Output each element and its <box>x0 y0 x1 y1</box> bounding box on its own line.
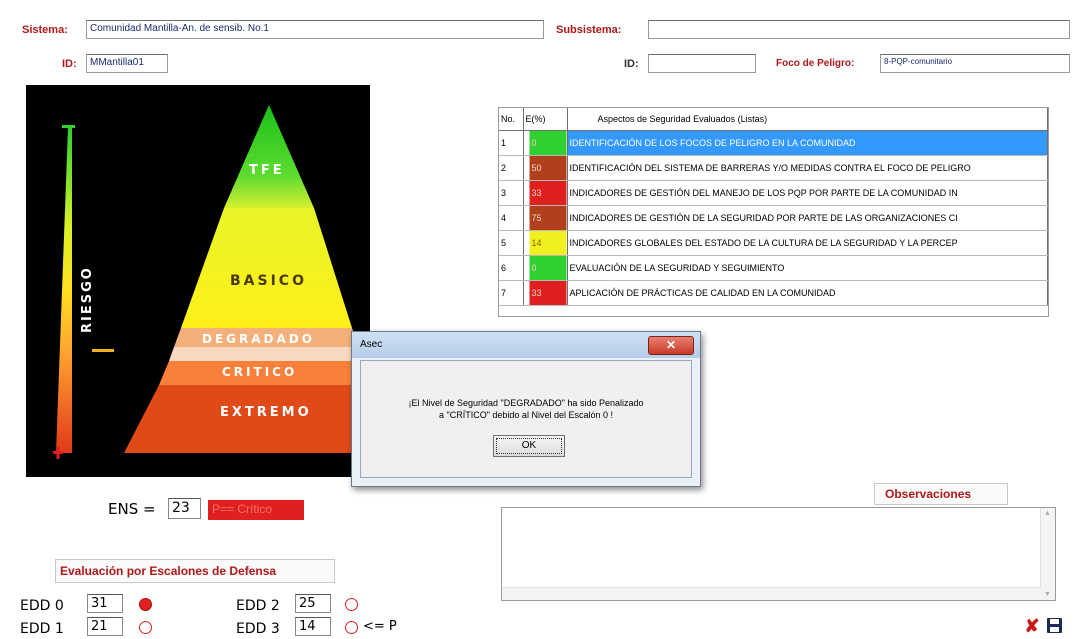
edd1-label: EDD 1 <box>20 621 64 637</box>
row-number: 3 <box>499 180 524 206</box>
ens-status-badge: P== Crítico <box>208 500 304 520</box>
sistema-label: Sistema: <box>22 24 68 36</box>
scroll-up-icon[interactable]: ▲ <box>1044 510 1051 517</box>
row-number: 2 <box>499 155 524 181</box>
riesgo-label: RIESGO <box>80 266 95 333</box>
row-aspecto: IDENTIFICACIÓN DE LOS FOCOS DE PELIGRO E… <box>567 130 1048 156</box>
id2-label: ID: <box>624 58 639 70</box>
pyramid-graphic <box>53 105 370 459</box>
row-number: 1 <box>499 130 524 156</box>
edd3-label: EDD 3 <box>236 621 280 637</box>
sistema-field[interactable]: Comunidad Mantilla-An. de sensib. No.1 <box>86 20 544 39</box>
level-critico: CRITICO <box>222 365 298 379</box>
row-e-percent: 0 <box>523 130 568 156</box>
table-row[interactable]: 6 0 EVALUACIÓN DE LA SEGURIDAD Y SEGUIMIEN… <box>499 255 1048 281</box>
ens-value[interactable]: 23 <box>168 498 201 519</box>
edd2-indicator <box>345 598 358 611</box>
alert-dialog: Asec ✕ ¡El Nivel de Seguridad "DEGRADADO… <box>351 331 701 487</box>
table-row[interactable]: 3 33 INDICADORES DE GESTIÓN DEL MANEJO DE … <box>499 180 1048 206</box>
dialog-close-button[interactable]: ✕ <box>648 336 694 355</box>
observaciones-textarea[interactable]: ▲ ▼ <box>501 507 1056 601</box>
subsistema-field[interactable] <box>648 20 1070 39</box>
observaciones-scrollbar[interactable]: ▲ ▼ <box>1040 508 1055 600</box>
col-e[interactable]: E(%) <box>523 108 568 131</box>
dialog-title: Asec <box>360 339 383 350</box>
risk-pyramid: RIESGO TFE BASICO DEGRADADO CRITICO EXTR… <box>26 85 370 477</box>
edd3-value[interactable]: 14 <box>295 617 331 636</box>
row-aspecto: EVALUACIÓN DE LA SEGURIDAD Y SEGUIMIENTO <box>567 255 1048 281</box>
edd0-indicator <box>139 598 152 611</box>
cancel-button[interactable]: ✘ <box>1024 617 1040 635</box>
row-e-percent: 14 <box>523 230 568 256</box>
close-icon: ✘ <box>1024 616 1040 636</box>
table-row[interactable]: 1 0 IDENTIFICACIÓN DE LOS FOCOS DE PELIGRO… <box>499 130 1048 156</box>
observaciones-label: Observaciones <box>885 487 972 501</box>
table-row[interactable]: 2 50 IDENTIFICACIÓN DEL SISTEMA DE BARRERA… <box>499 155 1048 181</box>
dialog-titlebar[interactable]: Asec ✕ <box>352 332 700 358</box>
row-aspecto: IDENTIFICACIÓN DEL SISTEMA DE BARRERAS Y… <box>567 155 1048 181</box>
row-e-percent: 50 <box>523 155 568 181</box>
row-e-percent: 75 <box>523 205 568 231</box>
ok-button[interactable]: OK <box>493 435 565 457</box>
table-row[interactable]: 5 14 INDICADORES GLOBALES DEL ESTADO DE LA… <box>499 230 1048 256</box>
row-aspecto: INDICADORES DE GESTIÓN DE LA SEGURIDAD P… <box>567 205 1048 231</box>
row-number: 6 <box>499 255 524 281</box>
edd3-indicator <box>345 621 358 634</box>
observaciones-header: Observaciones <box>874 483 1008 505</box>
evaluacion-header: Evaluación por Escalones de Defensa <box>55 559 335 583</box>
risk-gradient-bar <box>56 128 72 453</box>
table-row[interactable]: 4 75 INDICADORES DE GESTIÓN DE LA SEGURIDA… <box>499 205 1048 231</box>
col-no[interactable]: No. <box>499 108 524 131</box>
dialog-body: ¡El Nivel de Seguridad "DEGRADADO" ha si… <box>360 360 692 478</box>
edd0-value[interactable]: 31 <box>87 594 123 613</box>
row-number: 7 <box>499 280 524 306</box>
observaciones-hscrollbar[interactable] <box>502 587 1041 600</box>
edd0-label: EDD 0 <box>20 598 64 614</box>
row-number: 5 <box>499 230 524 256</box>
edd3-suffix: <= P <box>363 619 397 634</box>
row-aspecto: INDICADORES GLOBALES DEL ESTADO DE LA CU… <box>567 230 1048 256</box>
minus-icon <box>62 125 75 128</box>
row-e-percent: 33 <box>523 180 568 206</box>
plus-icon-v <box>56 447 60 459</box>
risk-marker <box>92 349 114 352</box>
evaluacion-label: Evaluación por Escalones de Defensa <box>60 564 277 578</box>
id2-field[interactable] <box>648 54 756 73</box>
save-icon <box>1047 618 1062 633</box>
edd2-value[interactable]: 25 <box>295 594 331 613</box>
foco-label: Foco de Peligro: <box>776 58 855 69</box>
dialog-message-line2: a "CRÍTICO" debido al Nivel del Escalón … <box>439 410 613 420</box>
row-aspecto: INDICADORES DE GESTIÓN DEL MANEJO DE LOS… <box>567 180 1048 206</box>
level-basico: BASICO <box>230 273 307 289</box>
table-row[interactable]: 7 33 APLICACIÓN DE PRÁCTICAS DE CALIDAD EN… <box>499 280 1048 306</box>
level-degradado: DEGRADADO <box>202 332 315 346</box>
edd1-indicator <box>139 621 152 634</box>
dialog-message-line1: ¡El Nivel de Seguridad "DEGRADADO" ha si… <box>408 398 644 408</box>
aspects-table[interactable]: No. E(%) Aspectos de Seguridad Evaluados… <box>498 107 1049 317</box>
table-header-row: No. E(%) Aspectos de Seguridad Evaluados… <box>499 108 1048 131</box>
col-aspecto[interactable]: Aspectos de Seguridad Evaluados (Listas) <box>567 108 1048 131</box>
row-e-percent: 0 <box>523 255 568 281</box>
close-icon: ✕ <box>665 338 677 352</box>
row-e-percent: 33 <box>523 280 568 306</box>
id-label: ID: <box>62 58 77 70</box>
id-field[interactable]: MMantilla01 <box>86 54 168 73</box>
row-aspecto: APLICACIÓN DE PRÁCTICAS DE CALIDAD EN LA… <box>567 280 1048 306</box>
subsistema-label: Subsistema: <box>556 24 622 36</box>
ens-label: ENS = <box>108 500 156 518</box>
save-button[interactable] <box>1046 617 1063 634</box>
edd1-value[interactable]: 21 <box>87 617 123 636</box>
edd2-label: EDD 2 <box>236 598 280 614</box>
scroll-down-icon[interactable]: ▼ <box>1044 591 1051 598</box>
foco-field[interactable]: 8-PQP-comunitario <box>880 54 1070 73</box>
level-extremo: EXTREMO <box>220 405 312 420</box>
row-number: 4 <box>499 205 524 231</box>
level-tfe: TFE <box>249 163 285 178</box>
